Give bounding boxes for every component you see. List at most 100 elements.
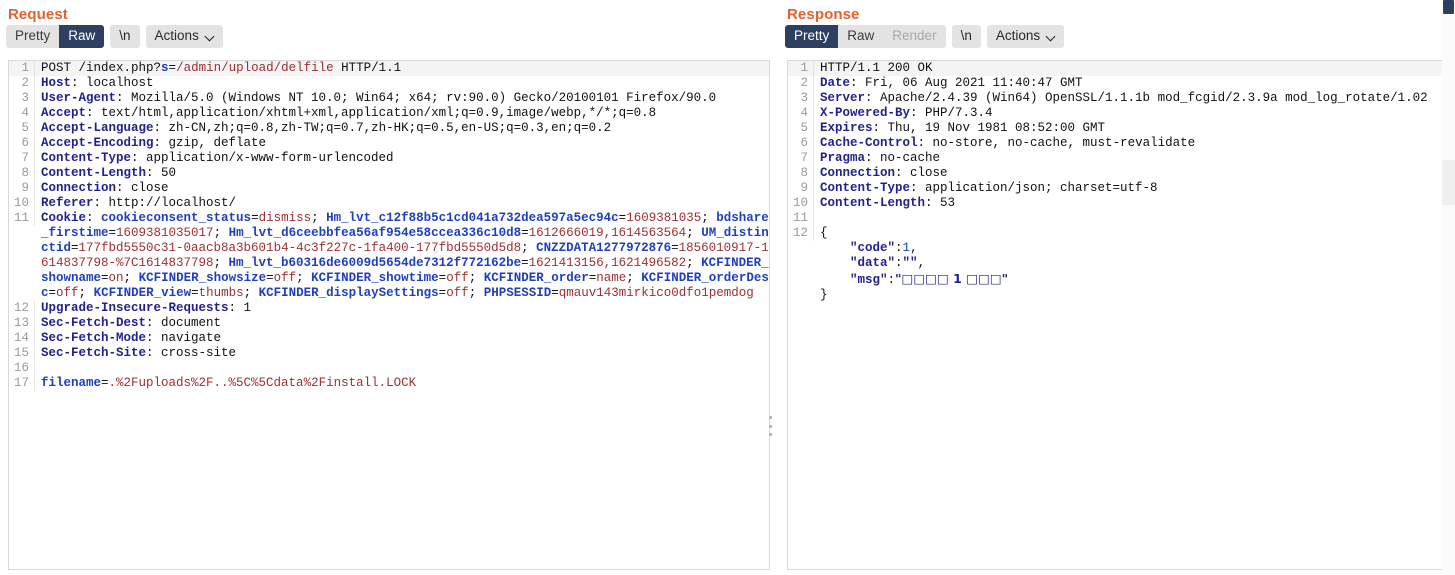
code-line-content[interactable]: Date: Fri, 06 Aug 2021 11:40:47 GMT	[814, 76, 1446, 91]
response-editor[interactable]: 1 HTTP/1.1 200 OK 2 Date: Fri, 06 Aug 2021 …	[787, 60, 1447, 570]
code-line-content[interactable]: Accept-Encoding: gzip, deflate	[35, 136, 769, 151]
code-token: : document	[146, 316, 222, 330]
request-newline-toggle[interactable]: \n	[110, 25, 140, 48]
code-line-content[interactable]: filename=.%2Fuploads%2F..%5C%5Cdata%2Fin…	[35, 376, 769, 391]
code-token: : no-cache	[865, 151, 941, 165]
code-line-content[interactable]: {	[814, 226, 1446, 241]
code-token: thumbs	[198, 286, 244, 300]
vertical-scrollbar-secondary[interactable]	[1442, 160, 1455, 205]
code-line-content[interactable]: Upgrade-Insecure-Requests: 1	[35, 301, 769, 316]
code-token: name	[596, 271, 627, 285]
response-code-area[interactable]: 1 HTTP/1.1 200 OK 2 Date: Fri, 06 Aug 2021 …	[788, 61, 1446, 303]
code-token: : text/html,application/xhtml+xml,applic…	[86, 106, 657, 120]
code-token: on	[108, 271, 124, 285]
response-toolbar: Pretty Raw Render \n Actions	[779, 22, 1455, 52]
code-line-content[interactable]: Content-Length: 50	[35, 166, 769, 181]
code-line-content[interactable]: Sec-Fetch-Site: cross-site	[35, 346, 769, 361]
code-line-content[interactable]: Content-Length: 53	[814, 196, 1446, 211]
request-view-mode-group[interactable]: Pretty Raw	[6, 25, 105, 48]
pane-resize-handle[interactable]	[766, 416, 774, 436]
line-number: 11	[9, 211, 35, 226]
code-token: Host	[41, 76, 72, 90]
code-line-content[interactable]: Accept: text/html,application/xhtml+xml,…	[35, 106, 769, 121]
chevron-down-icon	[1047, 32, 1056, 41]
code-line-content[interactable]: }	[814, 288, 1446, 303]
code-line: 13 Sec-Fetch-Dest: document	[9, 316, 769, 331]
request-code-area[interactable]: 1 POST /index.php?s=/admin/upload/delfile…	[9, 61, 769, 391]
code-line-content[interactable]: Connection: close	[814, 166, 1446, 181]
code-line-content[interactable]: HTTP/1.1 200 OK	[814, 61, 1446, 76]
burp-message-editor: Request Pretty Raw \n Actions 1 POST /ind…	[0, 0, 1455, 575]
code-line-content[interactable]: "msg":"□□□□ 1 □□□"	[814, 271, 1446, 288]
code-line-content[interactable]: Pragma: no-cache	[814, 151, 1446, 166]
response-view-mode-group[interactable]: Pretty Raw Render	[785, 25, 946, 48]
request-editor[interactable]: 1 POST /index.php?s=/admin/upload/delfile…	[8, 60, 770, 570]
code-line-content[interactable]: Expires: Thu, 19 Nov 1981 08:52:00 GMT	[814, 121, 1446, 136]
code-line-content[interactable]: Content-Type: application/x-www-form-url…	[35, 151, 769, 166]
code-line-content[interactable]: POST /index.php?s=/admin/upload/delfile …	[35, 61, 769, 76]
code-line-content[interactable]: Connection: close	[35, 181, 769, 196]
response-newline-toggle[interactable]: \n	[951, 25, 981, 48]
line-number: 4	[788, 106, 814, 121]
line-number: 6	[788, 136, 814, 151]
vertical-scrollbar-thumb[interactable]	[1443, 0, 1454, 14]
code-token: User-Agent	[41, 91, 117, 105]
code-line: 7 Content-Type: application/x-www-form-ur…	[9, 151, 769, 166]
request-toolbar: Pretty Raw \n Actions	[0, 22, 779, 52]
code-line-content[interactable]: User-Agent: Mozilla/5.0 (Windows NT 10.0…	[35, 91, 769, 106]
request-actions-button[interactable]: Actions	[145, 25, 223, 48]
code-token: : Fri, 06 Aug 2021 11:40:47 GMT	[850, 76, 1083, 90]
code-line-content[interactable]: Content-Type: application/json; charset=…	[814, 181, 1446, 196]
code-token: :	[895, 241, 903, 255]
code-line: 14 Sec-Fetch-Mode: navigate	[9, 331, 769, 346]
code-line-content[interactable]: Host: localhost	[35, 76, 769, 91]
code-token: 1612666019,1614563564	[528, 226, 687, 240]
response-tab-render[interactable]: Render	[883, 25, 946, 48]
code-line-content[interactable]: "code":1,	[814, 241, 1446, 256]
code-token: : 1	[228, 301, 252, 315]
code-token: Content-Length	[41, 166, 147, 180]
code-line-content[interactable]: Server: Apache/2.4.39 (Win64) OpenSSL/1.…	[814, 91, 1446, 106]
code-line-content[interactable]	[814, 211, 1446, 226]
response-tab-pretty[interactable]: Pretty	[785, 25, 839, 48]
code-line-content[interactable]: X-Powered-By: PHP/7.3.4	[814, 106, 1446, 121]
code-line-content[interactable]: Sec-Fetch-Mode: navigate	[35, 331, 769, 346]
line-number: 9	[9, 181, 35, 196]
code-token: HTTP/1.1	[333, 61, 402, 75]
response-actions-button[interactable]: Actions	[986, 25, 1065, 48]
chevron-down-icon	[206, 32, 215, 41]
code-token: off	[446, 271, 469, 285]
code-token: =	[671, 241, 679, 255]
code-token: dismiss	[258, 211, 312, 225]
vertical-scrollbar-track[interactable]	[1442, 0, 1455, 575]
code-line: 4 X-Powered-By: PHP/7.3.4	[788, 106, 1446, 121]
line-number: 15	[9, 346, 35, 361]
code-line-content[interactable]: Accept-Language: zh-CN,zh;q=0.8,zh-TW;q=…	[35, 121, 769, 136]
code-token: ;	[78, 286, 94, 300]
code-token: }	[820, 288, 828, 302]
code-token: Accept-Encoding	[41, 136, 154, 150]
code-token: ;	[243, 286, 259, 300]
line-number: 2	[9, 76, 35, 91]
code-line-content[interactable]: Referer: http://localhost/	[35, 196, 769, 211]
code-token: Hm_lvt_d6ceebbfea56af954e58ccea336c10d8	[228, 226, 522, 240]
code-line-content[interactable]	[35, 361, 769, 376]
code-line-content[interactable]: Sec-Fetch-Dest: document	[35, 316, 769, 331]
request-tab-pretty[interactable]: Pretty	[6, 25, 60, 48]
code-line-content[interactable]: "data":"",	[814, 256, 1446, 271]
code-token: =	[521, 226, 529, 240]
code-token: : Apache/2.4.39 (Win64) OpenSSL/1.1.1b m…	[865, 91, 1428, 105]
request-tab-raw[interactable]: Raw	[59, 25, 105, 48]
request-pane-title: Request	[8, 6, 68, 23]
code-token: HTTP/1.1 200 OK	[820, 61, 933, 75]
response-tab-raw[interactable]: Raw	[838, 25, 884, 48]
code-token: ;	[123, 271, 139, 285]
code-token: Sec-Fetch-Mode	[41, 331, 147, 345]
code-token: : application/json; charset=utf-8	[910, 181, 1158, 195]
code-line-content[interactable]: Cache-Control: no-store, no-cache, must-…	[814, 136, 1446, 151]
code-line-content[interactable]: Cookie: cookieconsent_status=dismiss; Hm…	[35, 211, 769, 301]
code-line: 12 {	[788, 226, 1446, 241]
code-token: =	[521, 256, 529, 270]
code-token: qmauv143mirkico0dfo1pemdog	[558, 286, 754, 300]
